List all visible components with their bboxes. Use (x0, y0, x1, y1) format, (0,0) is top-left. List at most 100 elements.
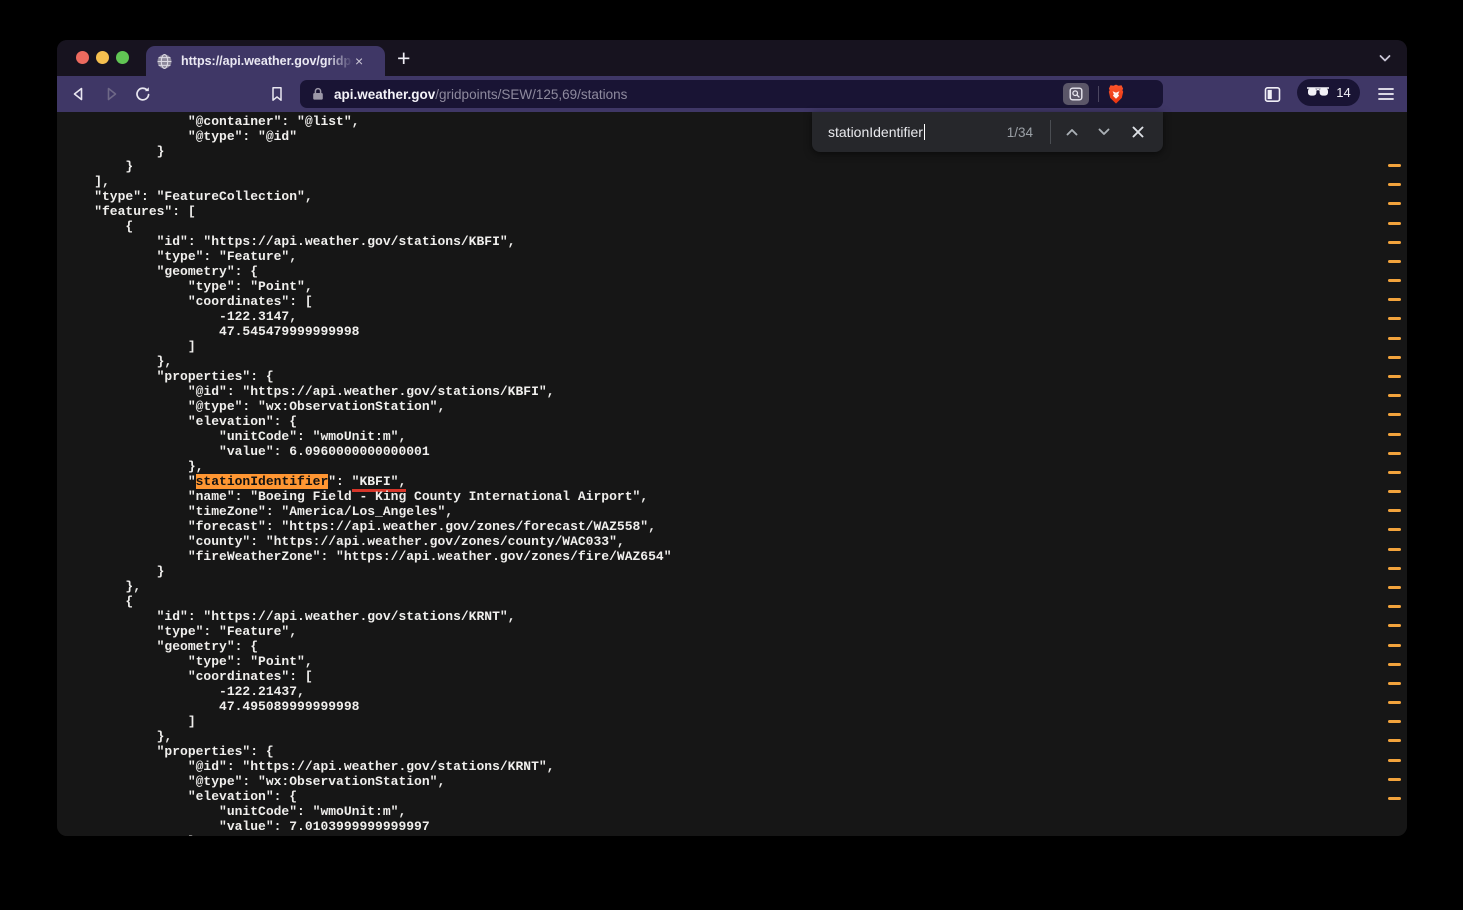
code-line: }, (63, 729, 1407, 744)
find-match-tick[interactable] (1388, 682, 1401, 685)
code-line: -122.3147, (63, 309, 1407, 324)
code-line: "geometry": { (63, 639, 1407, 654)
find-match-tick[interactable] (1388, 490, 1401, 493)
code-line: "properties": { (63, 744, 1407, 759)
find-match-tick[interactable] (1388, 452, 1401, 455)
window-minimize-button[interactable] (96, 51, 109, 64)
code-line: "elevation": { (63, 789, 1407, 804)
bookmark-icon[interactable] (268, 85, 286, 103)
code-line: { (63, 219, 1407, 234)
find-match-tick[interactable] (1388, 279, 1401, 282)
address-bar-divider (1098, 86, 1099, 102)
find-in-page-toolbar-button[interactable] (1063, 83, 1089, 105)
code-line: "timeZone": "America/Los_Angeles", (63, 504, 1407, 519)
tab-active[interactable]: https://api.weather.gov/gridpoi × (146, 46, 385, 76)
new-tab-button[interactable]: + (397, 42, 410, 74)
code-line: "@id": "https://api.weather.gov/stations… (63, 759, 1407, 774)
find-match-tick[interactable] (1388, 164, 1401, 167)
shields-blocked-count-badge[interactable]: 14 (1297, 79, 1360, 106)
code-line: ] (63, 339, 1407, 354)
code-line: }, (63, 459, 1407, 474)
code-line: "type": "Point", (63, 654, 1407, 669)
tab-close-icon[interactable]: × (355, 54, 363, 68)
code-line: "features": [ (63, 204, 1407, 219)
menu-hamburger-icon[interactable] (1377, 86, 1395, 102)
back-button[interactable] (70, 85, 88, 103)
find-match-tick[interactable] (1388, 720, 1401, 723)
find-match-tick[interactable] (1388, 605, 1401, 608)
code-line: ], (63, 174, 1407, 189)
code-line: }, (63, 579, 1407, 594)
code-line: } (63, 144, 1407, 159)
find-match-tick[interactable] (1388, 528, 1401, 531)
code-line: "geometry": { (63, 264, 1407, 279)
find-match-tick[interactable] (1388, 778, 1401, 781)
find-match-tick[interactable] (1388, 317, 1401, 320)
code-line: "elevation": { (63, 414, 1407, 429)
find-bar-divider (1050, 120, 1051, 144)
tab-title: https://api.weather.gov/gridpoi (181, 54, 353, 68)
tab-strip: https://api.weather.gov/gridpoi × + (57, 40, 1407, 76)
find-match-tick[interactable] (1388, 260, 1401, 263)
code-line: "type": "FeatureCollection", (63, 189, 1407, 204)
address-bar[interactable]: api.weather.gov/gridpoints/SEW/125,69/st… (300, 80, 1163, 108)
globe-icon (156, 53, 173, 70)
find-previous-button[interactable] (1063, 123, 1081, 141)
code-line: } (63, 159, 1407, 174)
code-line: ] (63, 714, 1407, 729)
code-line: "@type": "wx:ObservationStation", (63, 774, 1407, 789)
tab-search-chevron-down-icon[interactable] (1377, 50, 1393, 66)
find-match-tick[interactable] (1388, 413, 1401, 416)
find-match-tick[interactable] (1388, 624, 1401, 627)
find-match-tick[interactable] (1388, 586, 1401, 589)
find-match-tick[interactable] (1388, 509, 1401, 512)
code-line: 47.495089999999998 (63, 699, 1407, 714)
page-content: "@container": "@list", "@type": "@id" } … (57, 112, 1407, 836)
find-match-tick[interactable] (1388, 202, 1401, 205)
find-match-tick[interactable] (1388, 701, 1401, 704)
code-line: -122.21437, (63, 684, 1407, 699)
reload-button[interactable] (134, 85, 152, 103)
find-match-tick[interactable] (1388, 548, 1401, 551)
find-match-tick[interactable] (1388, 471, 1401, 474)
code-line: "@type": "@id" (63, 129, 1407, 144)
find-match-tick[interactable] (1388, 663, 1401, 666)
code-line: "type": "Point", (63, 279, 1407, 294)
code-line: "value": 6.0960000000000001 (63, 444, 1407, 459)
find-match-tick[interactable] (1388, 567, 1401, 570)
find-match-tick[interactable] (1388, 356, 1401, 359)
find-match-tick[interactable] (1388, 298, 1401, 301)
find-match-tick[interactable] (1388, 433, 1401, 436)
brave-shields-icon[interactable] (1105, 83, 1127, 105)
find-next-button[interactable] (1095, 123, 1113, 141)
code-line: "fireWeatherZone": "https://api.weather.… (63, 549, 1407, 564)
find-input[interactable]: stationIdentifier (828, 124, 925, 140)
find-match-tick[interactable] (1388, 797, 1401, 800)
sidebar-toggle-icon[interactable] (1263, 85, 1282, 104)
find-match-tick[interactable] (1388, 644, 1401, 647)
find-match-tick[interactable] (1388, 375, 1401, 378)
code-line: "name": "Boeing Field - King County Inte… (63, 489, 1407, 504)
forward-button[interactable] (102, 85, 120, 103)
tab-title-fade (327, 54, 353, 68)
code-line: "unitCode": "wmoUnit:m", (63, 429, 1407, 444)
find-match-tick[interactable] (1388, 183, 1401, 186)
find-close-icon[interactable] (1129, 123, 1147, 141)
find-match-ticks[interactable] (1387, 112, 1407, 836)
find-match-tick[interactable] (1388, 394, 1401, 397)
text-caret (924, 124, 926, 140)
find-match-tick[interactable] (1388, 739, 1401, 742)
find-match-tick[interactable] (1388, 241, 1401, 244)
code-line: "@container": "@list", (63, 114, 1407, 129)
code-line: "coordinates": [ (63, 669, 1407, 684)
code-line: "id": "https://api.weather.gov/stations/… (63, 609, 1407, 624)
find-match-count: 1/34 (1007, 125, 1033, 140)
find-match-tick[interactable] (1388, 222, 1401, 225)
url-path: /gridpoints/SEW/125,69/stations (435, 87, 627, 102)
window-close-button[interactable] (76, 51, 89, 64)
window-zoom-button[interactable] (116, 51, 129, 64)
find-match-tick[interactable] (1388, 759, 1401, 762)
find-match-tick[interactable] (1388, 337, 1401, 340)
code-line: "unitCode": "wmoUnit:m", (63, 804, 1407, 819)
shields-count-value: 14 (1336, 85, 1350, 100)
